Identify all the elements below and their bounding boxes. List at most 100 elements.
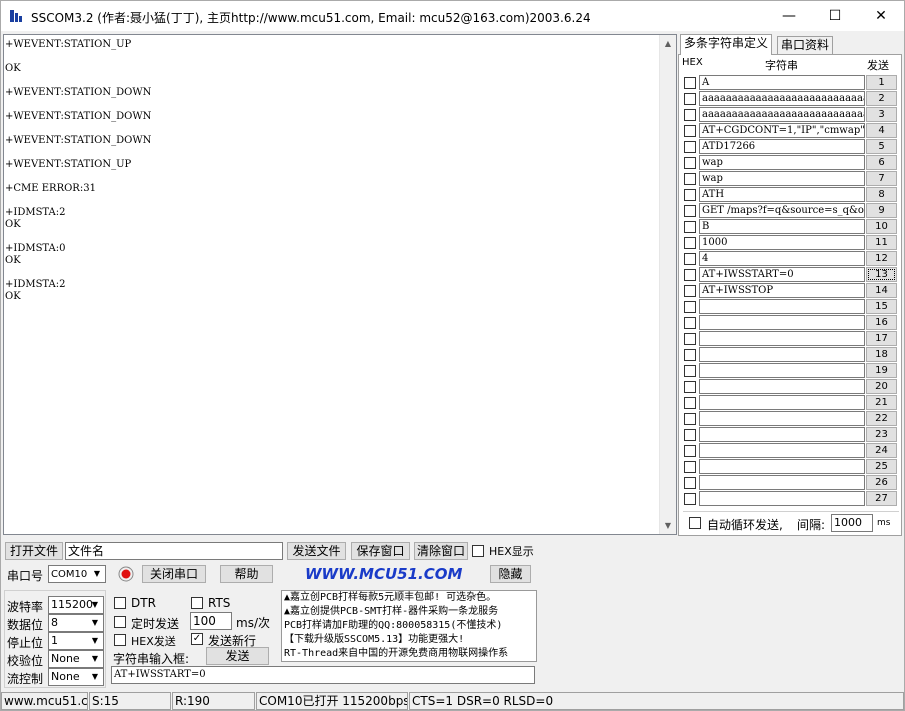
flow-select[interactable]: None ▼ bbox=[48, 668, 104, 686]
hex-send-checkbox[interactable] bbox=[114, 634, 126, 646]
row-hex-checkbox[interactable] bbox=[684, 93, 696, 105]
row-hex-checkbox[interactable] bbox=[684, 365, 696, 377]
website-link[interactable]: WWW.MCU51.COM bbox=[305, 565, 462, 583]
row-send-button[interactable]: 22 bbox=[866, 411, 897, 426]
port-select[interactable]: COM10 ▼ bbox=[48, 565, 106, 583]
send-newline-checkbox[interactable]: ✓ bbox=[191, 633, 203, 645]
receive-area[interactable]: +WEVENT:STATION_UP OK +WEVENT:STATION_DO… bbox=[3, 34, 677, 535]
row-string-input[interactable] bbox=[699, 347, 865, 362]
row-send-button[interactable]: 3 bbox=[866, 107, 897, 122]
row-string-input[interactable]: aaaaaaaaaaaaaaaaaaaaaaaaaaaaaaaa bbox=[699, 107, 865, 122]
row-hex-checkbox[interactable] bbox=[684, 141, 696, 153]
databits-select[interactable]: 8 ▼ bbox=[48, 614, 104, 632]
row-send-button[interactable]: 18 bbox=[866, 347, 897, 362]
receive-scrollbar[interactable]: ▲ ▼ bbox=[659, 35, 676, 534]
row-string-input[interactable]: ATD17266 bbox=[699, 139, 865, 154]
row-send-button[interactable]: 23 bbox=[866, 427, 897, 442]
row-string-input[interactable]: AT+IWSSTART=0 bbox=[699, 267, 865, 282]
row-string-input[interactable]: A bbox=[699, 75, 865, 90]
help-button[interactable]: 帮助 bbox=[220, 565, 273, 583]
row-send-button[interactable]: 1 bbox=[866, 75, 897, 90]
row-send-button[interactable]: 10 bbox=[866, 219, 897, 234]
row-send-button[interactable]: 20 bbox=[866, 379, 897, 394]
tab-port-info[interactable]: 串口资料 bbox=[777, 36, 834, 55]
row-hex-checkbox[interactable] bbox=[684, 477, 696, 489]
row-send-button[interactable]: 15 bbox=[866, 299, 897, 314]
row-string-input[interactable] bbox=[699, 395, 865, 410]
row-send-button[interactable]: 25 bbox=[866, 459, 897, 474]
row-hex-checkbox[interactable] bbox=[684, 461, 696, 473]
row-send-button[interactable]: 19 bbox=[866, 363, 897, 378]
row-hex-checkbox[interactable] bbox=[684, 157, 696, 169]
timed-send-checkbox[interactable] bbox=[114, 616, 126, 628]
row-string-input[interactable]: wap bbox=[699, 171, 865, 186]
row-string-input[interactable] bbox=[699, 443, 865, 458]
dtr-checkbox[interactable] bbox=[114, 597, 126, 609]
row-send-button[interactable]: 27 bbox=[866, 491, 897, 506]
row-send-button[interactable]: 12 bbox=[866, 251, 897, 266]
row-hex-checkbox[interactable] bbox=[684, 125, 696, 137]
row-hex-checkbox[interactable] bbox=[684, 253, 696, 265]
row-hex-checkbox[interactable] bbox=[684, 237, 696, 249]
row-send-button[interactable]: 11 bbox=[866, 235, 897, 250]
row-send-button[interactable]: 5 bbox=[866, 139, 897, 154]
row-hex-checkbox[interactable] bbox=[684, 173, 696, 185]
row-send-button[interactable]: 6 bbox=[866, 155, 897, 170]
row-string-input[interactable]: B bbox=[699, 219, 865, 234]
baud-select[interactable]: 115200 ▼ bbox=[48, 596, 104, 614]
send-button[interactable]: 发送 bbox=[206, 647, 269, 665]
row-string-input[interactable]: AT+IWSSTOP bbox=[699, 283, 865, 298]
row-string-input[interactable] bbox=[699, 459, 865, 474]
send-input[interactable]: AT+IWSSTART=0 bbox=[111, 666, 535, 684]
row-string-input[interactable]: wap bbox=[699, 155, 865, 170]
row-send-button[interactable]: 2 bbox=[866, 91, 897, 106]
row-string-input[interactable]: aaaaaaaaaaaaaaaaaaaaaaaaaaaaaaaa bbox=[699, 91, 865, 106]
row-send-button[interactable]: 9 bbox=[866, 203, 897, 218]
title-bar[interactable]: SSCOM3.2 (作者:聂小猛(丁丁), 主页http://www.mcu51… bbox=[1, 1, 904, 31]
row-string-input[interactable] bbox=[699, 475, 865, 490]
row-hex-checkbox[interactable] bbox=[684, 317, 696, 329]
auto-loop-checkbox[interactable] bbox=[689, 517, 701, 529]
row-hex-checkbox[interactable] bbox=[684, 333, 696, 345]
parity-select[interactable]: None ▼ bbox=[48, 650, 104, 668]
row-string-input[interactable]: ATH bbox=[699, 187, 865, 202]
close-port-button[interactable]: 关闭串口 bbox=[142, 565, 206, 583]
row-send-button[interactable]: 7 bbox=[866, 171, 897, 186]
row-hex-checkbox[interactable] bbox=[684, 349, 696, 361]
tab-multi-string[interactable]: 多条字符串定义 bbox=[680, 34, 773, 55]
row-hex-checkbox[interactable] bbox=[684, 285, 696, 297]
hide-button[interactable]: 隐藏 bbox=[490, 565, 531, 583]
row-send-button[interactable]: 21 bbox=[866, 395, 897, 410]
row-string-input[interactable] bbox=[699, 363, 865, 378]
row-string-input[interactable]: AT+CGDCONT=1,"IP","cmwap" bbox=[699, 123, 865, 138]
send-file-button[interactable]: 发送文件 bbox=[287, 542, 346, 560]
row-hex-checkbox[interactable] bbox=[684, 221, 696, 233]
row-send-button[interactable]: 14 bbox=[866, 283, 897, 298]
minimize-button[interactable]: — bbox=[766, 1, 812, 31]
rts-checkbox[interactable] bbox=[191, 597, 203, 609]
row-hex-checkbox[interactable] bbox=[684, 397, 696, 409]
row-hex-checkbox[interactable] bbox=[684, 189, 696, 201]
row-hex-checkbox[interactable] bbox=[684, 413, 696, 425]
clear-window-button[interactable]: 清除窗口 bbox=[414, 542, 468, 560]
row-string-input[interactable] bbox=[699, 299, 865, 314]
row-hex-checkbox[interactable] bbox=[684, 445, 696, 457]
row-hex-checkbox[interactable] bbox=[684, 429, 696, 441]
save-window-button[interactable]: 保存窗口 bbox=[351, 542, 410, 560]
row-string-input[interactable] bbox=[699, 411, 865, 426]
row-string-input[interactable] bbox=[699, 491, 865, 506]
scroll-down-icon[interactable]: ▼ bbox=[660, 517, 676, 534]
row-string-input[interactable]: GET /maps?f=q&source=s_q&ou bbox=[699, 203, 865, 218]
period-input[interactable]: 100 bbox=[190, 612, 232, 630]
ad-box[interactable]: ▲嘉立创PCB打样每款5元顺丰包邮! 可选杂色。 ▲嘉立创提供PCB-SMT打样… bbox=[281, 590, 537, 662]
row-send-button[interactable]: 17 bbox=[866, 331, 897, 346]
row-hex-checkbox[interactable] bbox=[684, 381, 696, 393]
file-name-input[interactable]: 文件名 bbox=[65, 542, 283, 560]
row-send-button[interactable]: 8 bbox=[866, 187, 897, 202]
open-file-button[interactable]: 打开文件 bbox=[5, 542, 63, 560]
close-button[interactable]: ✕ bbox=[858, 1, 904, 31]
row-string-input[interactable] bbox=[699, 315, 865, 330]
row-string-input[interactable]: 1000 bbox=[699, 235, 865, 250]
row-hex-checkbox[interactable] bbox=[684, 269, 696, 281]
row-hex-checkbox[interactable] bbox=[684, 493, 696, 505]
